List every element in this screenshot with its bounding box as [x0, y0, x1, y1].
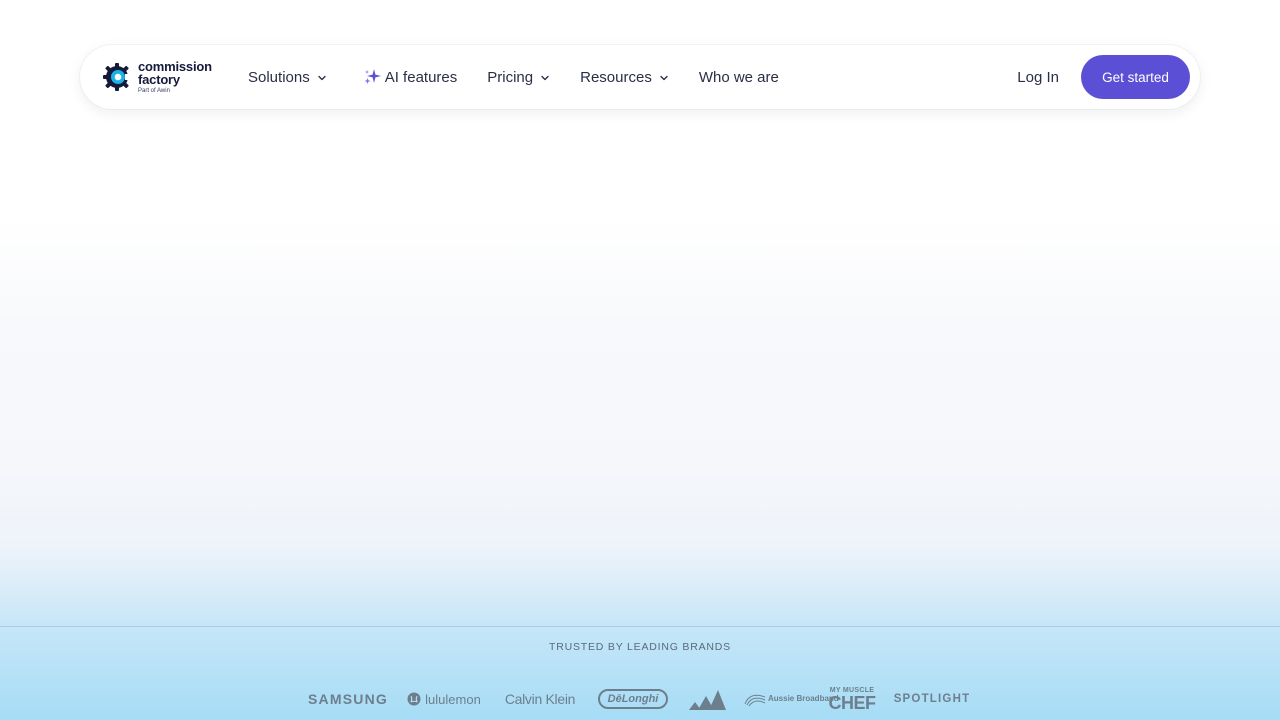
commission-factory-logo-icon	[103, 63, 132, 91]
brand-name: Calvin Klein	[504, 691, 576, 707]
brand-name: SPOTLIGHT	[893, 693, 971, 705]
nav-item-resources[interactable]: Resources	[580, 69, 669, 86]
logo-subtitle: Part of Awin	[138, 88, 170, 94]
brand-logo-my-muscle-chef: MY MUSCLE CHEF	[828, 685, 877, 713]
brand-logo-lululemon: lululemon	[404, 685, 484, 713]
nav-item-label: AI features	[384, 68, 458, 86]
brand-name-bottom: CHEF	[828, 692, 877, 713]
trusted-brands-section: TRUSTED BY LEADING BRANDS SAMSUNG lulule…	[0, 626, 1280, 720]
chevron-down-icon	[318, 75, 326, 81]
brand-name: SAMSUNG	[308, 691, 388, 707]
aussie-waves-icon	[744, 694, 766, 707]
nav-item-label: Resources	[580, 68, 652, 86]
logo-line-factory: factory	[138, 72, 180, 87]
navbar: commission factory Part of Awin Solution…	[80, 45, 1200, 109]
login-link[interactable]: Log In	[1017, 45, 1059, 109]
brand-name: DēLonghi	[607, 693, 659, 705]
chevron-down-icon	[541, 75, 549, 81]
chevron-down-icon	[660, 75, 668, 81]
aussie-logo-row: Aussie Broadband	[744, 691, 839, 707]
brand-name: lululemon	[425, 691, 481, 707]
logo-link[interactable]: commission factory Part of Awin	[102, 60, 218, 94]
brand-logo-delonghi: DēLonghi	[598, 689, 668, 709]
nav-item-label: Who we are	[698, 68, 779, 86]
logo-wordmark: commission factory Part of Awin	[138, 60, 212, 94]
nav-item-pricing[interactable]: Pricing	[487, 69, 550, 86]
nav-item-solutions[interactable]: Solutions	[248, 69, 327, 86]
adidas-stripes-icon	[689, 690, 726, 710]
brand-logo-spotlight: SPOTLIGHT	[892, 685, 972, 713]
nav-item-label: Solutions	[248, 68, 310, 86]
brand-logo-aussie-broadband: Aussie Broadband	[744, 685, 839, 713]
trusted-brands-label: TRUSTED BY LEADING BRANDS	[548, 641, 731, 653]
brand-logo-adidas	[686, 685, 728, 713]
get-started-button[interactable]: Get started	[1081, 55, 1190, 99]
brand-logo-samsung: SAMSUNG	[308, 685, 388, 713]
lululemon-mark-icon	[407, 692, 421, 706]
brand-logo-calvin-klein: Calvin Klein	[500, 685, 580, 713]
nav-menu: Solutions AI features Pricing Resources …	[248, 45, 779, 109]
nav-item-who-we-are[interactable]: Who we are	[699, 69, 779, 86]
nav-item-label: Pricing	[487, 68, 534, 86]
nav-item-ai-features[interactable]: AI features	[363, 68, 458, 86]
sparkle-icon	[364, 69, 381, 84]
